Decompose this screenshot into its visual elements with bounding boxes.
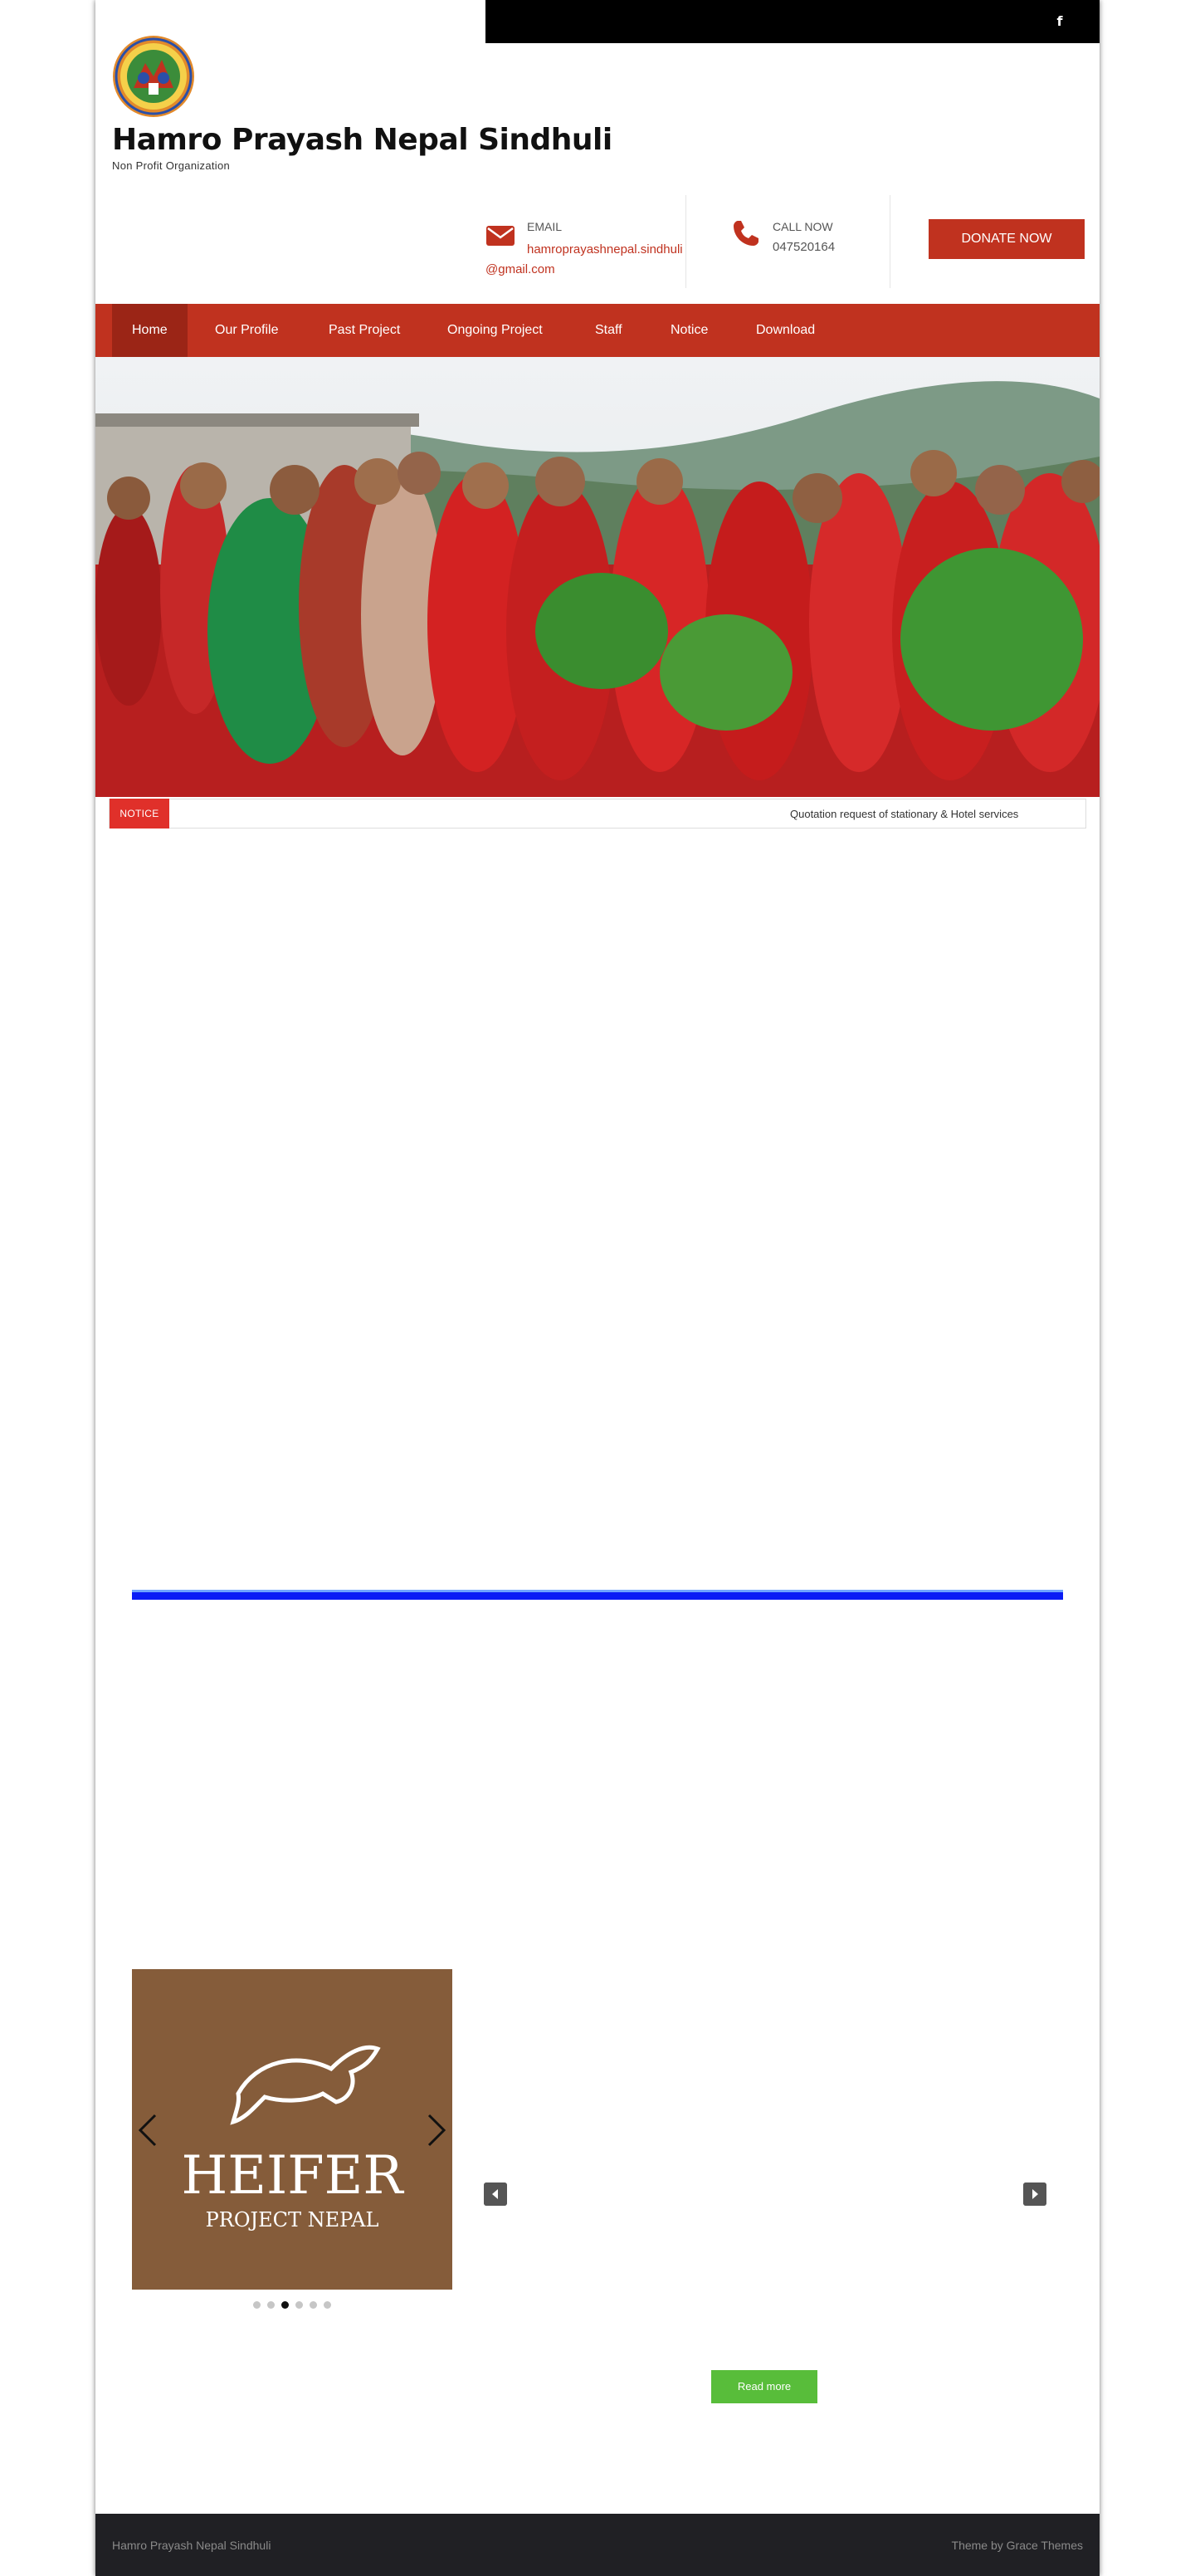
slider-dot[interactable]	[310, 2301, 317, 2309]
slider-dot[interactable]	[281, 2301, 289, 2309]
hero-photo	[95, 357, 1100, 797]
heifer-logo: HEIFER PROJECT NEPAL	[181, 2045, 404, 2231]
top-bar: f	[485, 0, 1100, 43]
nav-item-notice[interactable]: Notice	[651, 304, 728, 357]
organization-logo[interactable]	[112, 35, 195, 118]
notice-link[interactable]: Quotation request of stationary & Hotel …	[790, 808, 1018, 820]
read-more-button[interactable]: Read more	[711, 2370, 817, 2403]
phone-icon	[734, 221, 758, 246]
footer-site-name[interactable]: Hamro Prayash Nepal Sindhuli	[112, 2539, 271, 2552]
email-contact: EMAIL hamroprayashnepal.sindhuli@gmail.c…	[485, 195, 686, 288]
svg-text:PROJECT NEPAL: PROJECT NEPAL	[206, 2208, 379, 2231]
svg-text:HEIFER: HEIFER	[181, 2145, 404, 2207]
call-contact: CALL NOW 047520164	[719, 195, 890, 288]
nav-item-staff[interactable]: Staff	[575, 304, 642, 357]
slider-dot[interactable]	[324, 2301, 331, 2309]
facebook-icon[interactable]: f	[1051, 13, 1068, 30]
site-tagline: Non Profit Organization	[112, 159, 231, 172]
carousel-prev-button[interactable]	[484, 2183, 507, 2206]
slider-dot[interactable]	[253, 2301, 261, 2309]
heifer-logo-slide: HEIFER PROJECT NEPAL	[132, 1969, 452, 2290]
nav-item-our-profile[interactable]: Our Profile	[195, 304, 298, 357]
slider-dot[interactable]	[295, 2301, 303, 2309]
footer: Hamro Prayash Nepal Sindhuli Theme by Gr…	[95, 2514, 1100, 2576]
footer-theme-credit[interactable]: Theme by Grace Themes	[952, 2539, 1083, 2552]
page-container: f Hamro Prayash Nepal Sindhuli Non Profi…	[95, 0, 1100, 2576]
carousel-next-button[interactable]	[1023, 2183, 1046, 2206]
section-divider	[132, 1590, 1063, 1600]
nav-item-past-project[interactable]: Past Project	[309, 304, 420, 357]
site-title[interactable]: Hamro Prayash Nepal Sindhuli	[112, 123, 612, 157]
call-label: CALL NOW	[773, 220, 833, 233]
nav-item-ongoing-project[interactable]: Ongoing Project	[427, 304, 563, 357]
slider-next-arrow[interactable]	[424, 2112, 449, 2148]
email-link[interactable]: hamroprayashnepal.sindhuli@gmail.com	[485, 240, 686, 280]
nav-item-download[interactable]: Download	[736, 304, 835, 357]
donate-button[interactable]: DONATE NOW	[929, 219, 1085, 259]
slider-dots	[132, 2301, 452, 2311]
slider-prev-arrow[interactable]	[135, 2112, 160, 2148]
notice-ticker: NOTICE Quotation request of stationary &…	[109, 799, 1086, 829]
partner-slider: HEIFER PROJECT NEPAL	[132, 1969, 452, 2290]
email-label: EMAIL	[527, 220, 563, 233]
phone-number[interactable]: 047520164	[773, 240, 835, 254]
slider-dot[interactable]	[267, 2301, 275, 2309]
notice-tag: NOTICE	[110, 799, 169, 829]
main-nav: Home Our Profile Past Project Ongoing Pr…	[95, 304, 1100, 357]
nav-item-home[interactable]: Home	[112, 304, 188, 357]
